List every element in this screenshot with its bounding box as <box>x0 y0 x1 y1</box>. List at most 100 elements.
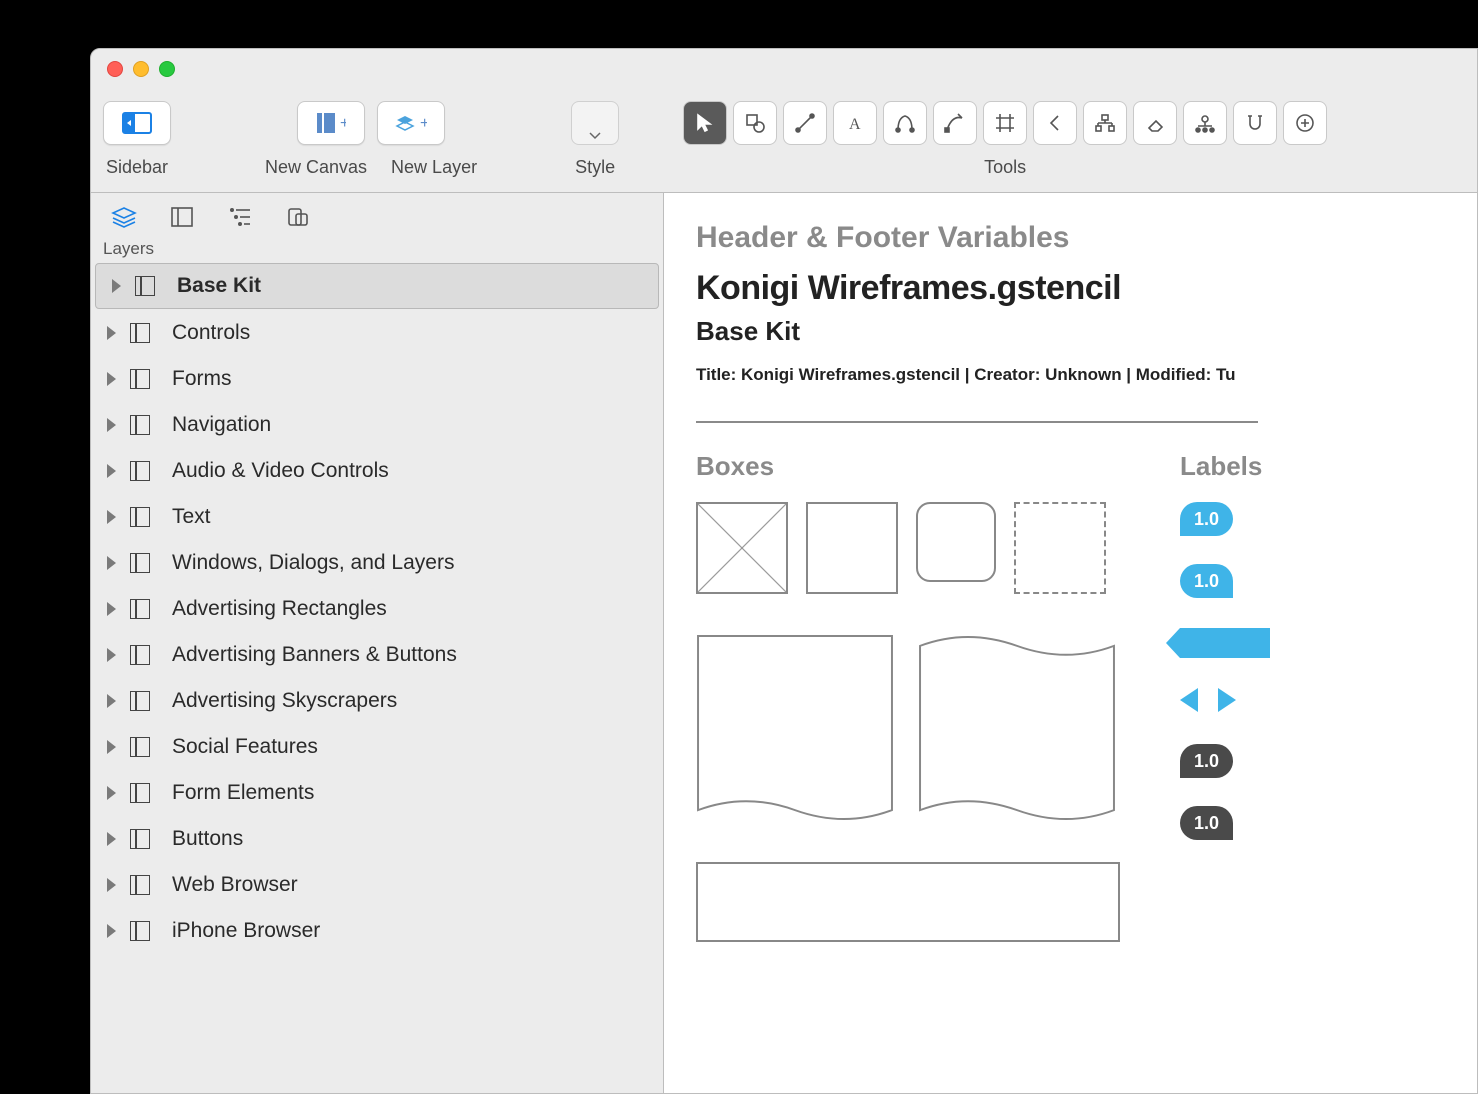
zoom-icon[interactable] <box>159 61 175 77</box>
tool-text[interactable]: A <box>833 101 877 145</box>
column-heading: Boxes <box>696 451 1120 482</box>
disclosure-triangle-icon[interactable] <box>107 648 116 662</box>
tool-eraser[interactable] <box>1133 101 1177 145</box>
divider <box>696 421 1258 423</box>
tool-magnet[interactable] <box>1233 101 1277 145</box>
stencil-box-wide[interactable] <box>696 862 1120 942</box>
stencil-box-square[interactable] <box>806 502 898 594</box>
tool-back[interactable] <box>1033 101 1077 145</box>
canvas-icon <box>130 691 150 711</box>
disclosure-triangle-icon[interactable] <box>107 510 116 524</box>
stencil-label-callout-dark[interactable]: 1.0 <box>1180 744 1233 778</box>
new-canvas-icon: + <box>316 112 346 134</box>
layer-item[interactable]: Controls <box>91 309 663 355</box>
stencil-box-wave[interactable] <box>918 634 1116 822</box>
text-icon: A <box>844 112 866 134</box>
layer-item[interactable]: Forms <box>91 355 663 401</box>
point-edit-icon <box>944 112 966 134</box>
layer-item[interactable]: Advertising Skyscrapers <box>91 677 663 723</box>
disclosure-triangle-icon[interactable] <box>107 418 116 432</box>
stencil-box-wave[interactable] <box>696 634 894 822</box>
layer-item[interactable]: Web Browser <box>91 861 663 907</box>
layer-item[interactable]: Social Features <box>91 723 663 769</box>
layer-item[interactable]: Navigation <box>91 401 663 447</box>
toolbar-label: New Canvas <box>265 157 367 178</box>
layer-label: iPhone Browser <box>172 919 320 943</box>
stencil-box-placeholder[interactable] <box>696 502 788 594</box>
layer-label: Navigation <box>172 413 271 437</box>
layer-item[interactable]: Advertising Banners & Buttons <box>91 631 663 677</box>
layer-item[interactable]: Advertising Rectangles <box>91 585 663 631</box>
layer-item[interactable]: Text <box>91 493 663 539</box>
sidebar-tab-outline[interactable] <box>225 205 255 229</box>
layer-list: Base KitControlsForms Navigation Audio & V… <box>91 263 663 953</box>
disclosure-triangle-icon[interactable] <box>107 326 116 340</box>
disclosure-triangle-icon[interactable] <box>107 832 116 846</box>
canvas-icon <box>130 461 150 481</box>
layer-item[interactable]: Form Elements <box>91 769 663 815</box>
layer-item[interactable]: Windows, Dialogs, and Layers <box>91 539 663 585</box>
canvas-area[interactable]: Header & Footer Variables Konigi Wirefra… <box>664 193 1477 1093</box>
sidebar-tab-canvas[interactable] <box>167 205 197 229</box>
section-heading: Header & Footer Variables <box>696 221 1477 255</box>
style-dropdown-button[interactable] <box>571 101 619 145</box>
tool-line[interactable] <box>783 101 827 145</box>
svg-text:+: + <box>340 115 346 132</box>
disclosure-triangle-icon[interactable] <box>107 786 116 800</box>
shape-icon <box>744 112 766 134</box>
layer-item[interactable]: Base Kit <box>95 263 659 309</box>
canvas-icon <box>130 599 150 619</box>
new-canvas-button[interactable]: + <box>297 101 365 145</box>
disclosure-triangle-icon[interactable] <box>112 279 121 293</box>
layer-label: Social Features <box>172 735 318 759</box>
toolbar-group-sidebar: Sidebar <box>103 101 171 178</box>
document-meta: Title: Konigi Wireframes.gstencil | Crea… <box>696 365 1477 385</box>
tool-pen[interactable] <box>883 101 927 145</box>
tool-artboard[interactable] <box>983 101 1027 145</box>
line-icon <box>794 112 816 134</box>
disclosure-triangle-icon[interactable] <box>107 464 116 478</box>
layer-item[interactable]: Buttons <box>91 815 663 861</box>
layer-item[interactable]: Audio & Video Controls <box>91 447 663 493</box>
canvas-icon <box>130 737 150 757</box>
svg-text:A: A <box>849 116 861 133</box>
layer-label: Advertising Rectangles <box>172 597 387 621</box>
disclosure-triangle-icon[interactable] <box>107 372 116 386</box>
tool-selection[interactable] <box>683 101 727 145</box>
disclosure-triangle-icon[interactable] <box>107 694 116 708</box>
stencil-label-callout[interactable]: 1.0 <box>1180 502 1233 536</box>
tool-add[interactable] <box>1283 101 1327 145</box>
canvas-icon <box>130 645 150 665</box>
tool-shape[interactable] <box>733 101 777 145</box>
sidebar-tab-layers[interactable] <box>109 205 139 229</box>
new-layer-button[interactable]: + <box>377 101 445 145</box>
stencil-box-dashed[interactable] <box>1014 502 1106 594</box>
layer-item[interactable]: iPhone Browser <box>91 907 663 953</box>
stencil-label-triangles[interactable] <box>1180 688 1270 712</box>
minimize-icon[interactable] <box>133 61 149 77</box>
toolbar-group-canvas: + + New Canvas New Layer <box>265 101 477 178</box>
tool-distribute[interactable] <box>1183 101 1227 145</box>
tool-hierarchy[interactable] <box>1083 101 1127 145</box>
disclosure-triangle-icon[interactable] <box>107 602 116 616</box>
sidebar-toggle-button[interactable] <box>103 101 171 145</box>
tool-point-edit[interactable] <box>933 101 977 145</box>
disclosure-triangle-icon[interactable] <box>107 878 116 892</box>
stencil-label-arrow[interactable] <box>1180 628 1270 658</box>
disclosure-triangle-icon[interactable] <box>107 740 116 754</box>
stencil-box-rounded[interactable] <box>916 502 996 582</box>
close-icon[interactable] <box>107 61 123 77</box>
svg-text:+: + <box>420 115 427 132</box>
canvas-icon <box>130 875 150 895</box>
window-titlebar <box>91 49 1477 89</box>
layer-label: Buttons <box>172 827 243 851</box>
document-title: Konigi Wireframes.gstencil <box>696 269 1477 308</box>
stencil-label-callout[interactable]: 1.0 <box>1180 564 1233 598</box>
stencil-label-callout-dark[interactable]: 1.0 <box>1180 806 1233 840</box>
layer-label: Advertising Skyscrapers <box>172 689 397 713</box>
disclosure-triangle-icon[interactable] <box>107 556 116 570</box>
disclosure-triangle-icon[interactable] <box>107 924 116 938</box>
canvas-list-icon <box>170 206 194 228</box>
sidebar-tab-selection[interactable] <box>283 205 313 229</box>
canvas-icon <box>130 507 150 527</box>
